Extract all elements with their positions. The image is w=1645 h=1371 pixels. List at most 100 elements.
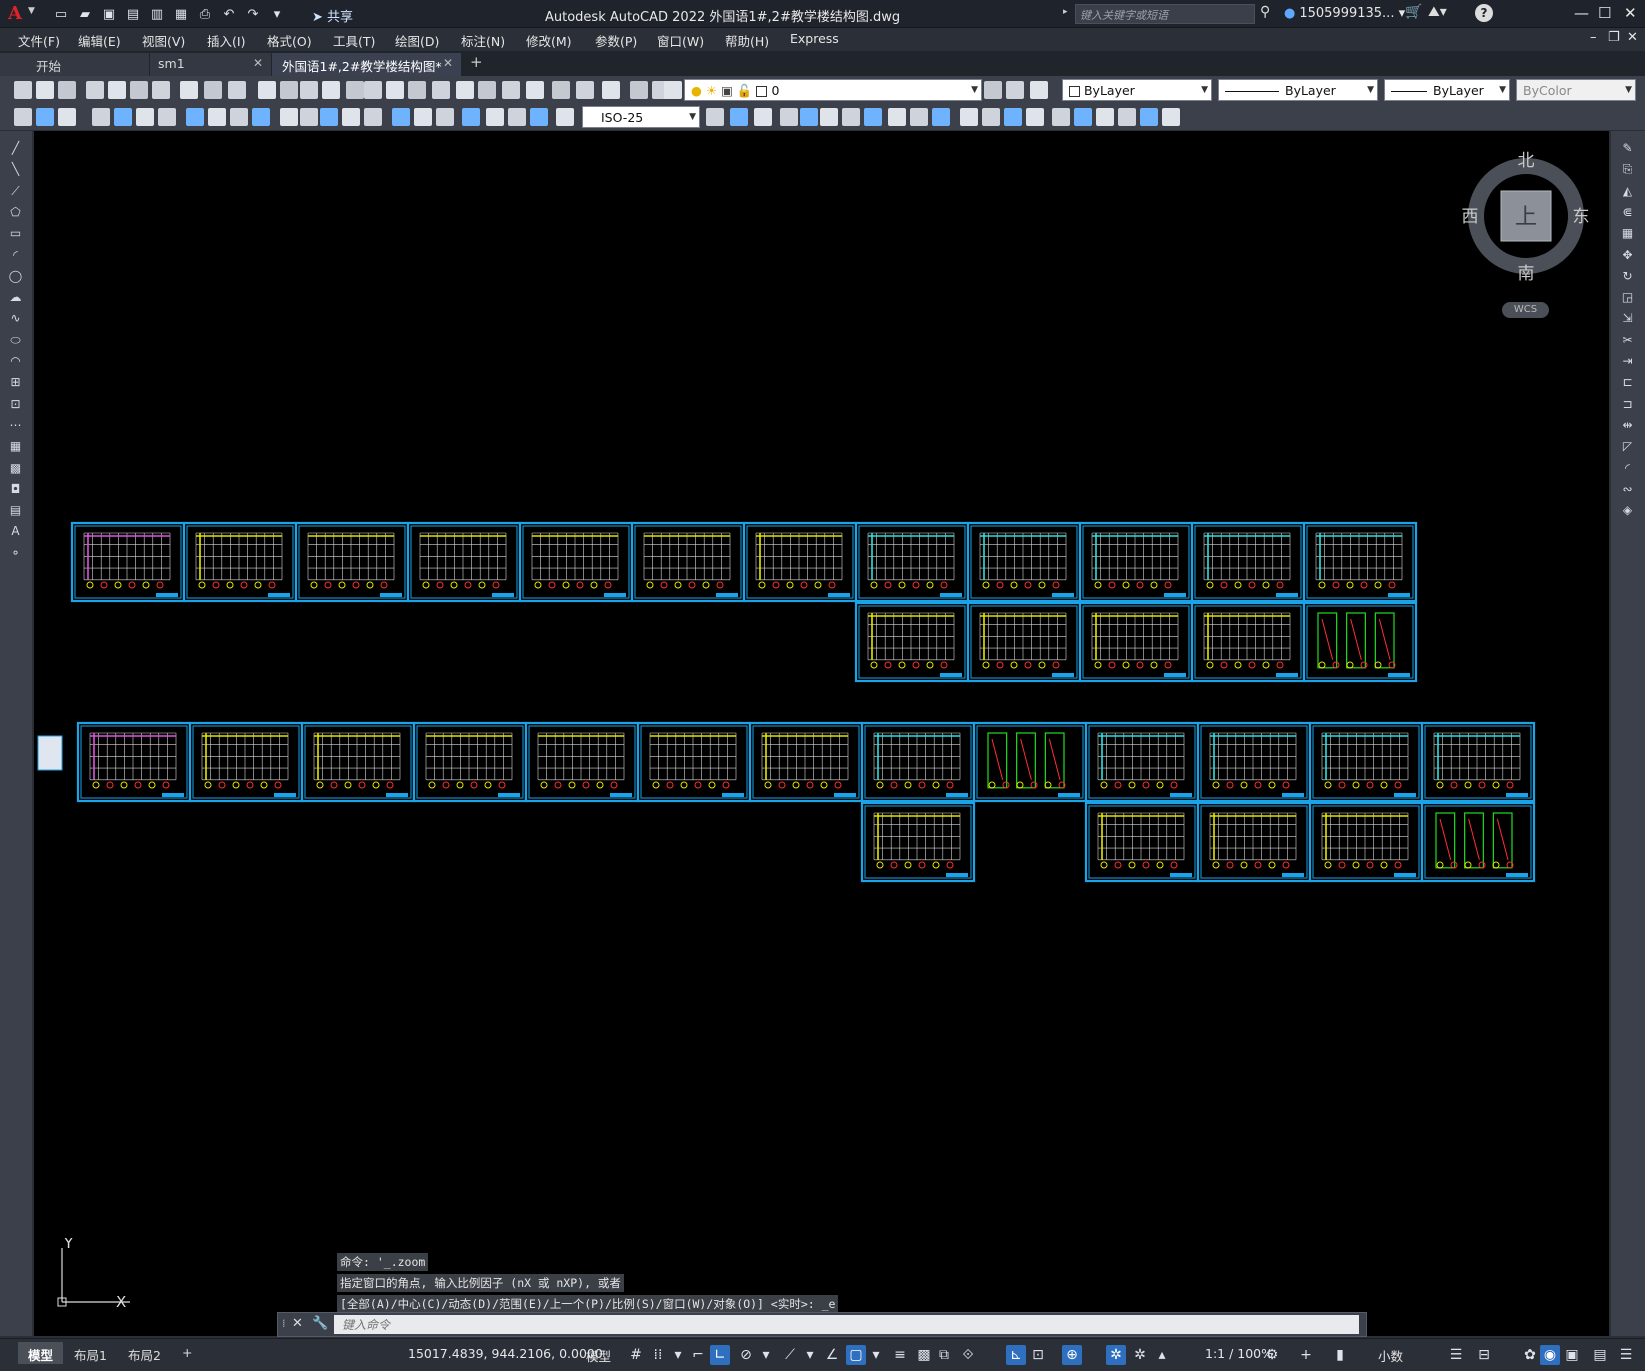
snap-icon[interactable]: ⁞⁞ [648, 1345, 668, 1365]
dim-style-icon[interactable] [556, 108, 574, 126]
units-icon[interactable]: ▮ [1330, 1345, 1350, 1365]
offset-icon[interactable]: ⋐ [1619, 205, 1636, 220]
pan-icon[interactable] [346, 81, 364, 99]
plot-preview-icon[interactable] [108, 81, 126, 99]
trim-icon[interactable]: ✂ [1619, 333, 1636, 348]
hatch-icon[interactable]: ▦ [7, 439, 24, 454]
3d-osnap-icon[interactable]: ⟐ [958, 1345, 978, 1365]
open-icon[interactable] [36, 81, 54, 99]
dim-update-icon[interactable] [530, 108, 548, 126]
isolate-icon[interactable] [1140, 108, 1158, 126]
autodesk-app-icon[interactable]: ⛰▾ [1428, 4, 1447, 20]
join-icon[interactable]: ⇹ [1619, 418, 1636, 433]
aligned-dim-icon[interactable] [114, 108, 132, 126]
undo-icon[interactable]: ↶ [220, 5, 238, 23]
search-expand-icon[interactable]: ▸ [1063, 7, 1068, 17]
menu-edit[interactable]: 编辑(E) [78, 31, 121, 50]
block-icon[interactable] [14, 108, 32, 126]
model-space-toggle[interactable]: 模型 [586, 1346, 611, 1365]
doc-close-icon[interactable]: ✕ [1627, 30, 1638, 45]
doc-minimize-icon[interactable]: – [1590, 30, 1597, 45]
break-at-point-icon[interactable]: ⊏ [1619, 375, 1636, 390]
menu-file[interactable]: 文件(F) [18, 31, 60, 50]
close-icon[interactable]: ✕ [292, 1316, 303, 1331]
tolerance-icon[interactable] [392, 108, 410, 126]
copy-object-icon[interactable] [730, 108, 748, 126]
viewcube-north[interactable]: 北 [1518, 151, 1535, 171]
new-tab-plus-icon[interactable]: + [470, 53, 483, 71]
web-open-icon[interactable]: ▥ [148, 5, 166, 23]
spline-icon[interactable]: ∿ [7, 311, 24, 326]
tab-start[interactable]: 开始 [0, 53, 150, 76]
fillet-icon[interactable]: ◜ [1619, 461, 1636, 476]
dim-space-icon[interactable] [342, 108, 360, 126]
minimize-icon[interactable]: — [1574, 4, 1589, 22]
tab-layout2[interactable]: 布局2 [118, 1342, 171, 1364]
ordinate-icon[interactable] [158, 108, 176, 126]
dim-edit-icon[interactable] [486, 108, 504, 126]
zoom-previous-icon[interactable] [408, 81, 426, 99]
fillet-icon[interactable] [1026, 108, 1044, 126]
customization-icon[interactable]: ☰ [1616, 1345, 1636, 1365]
auto-scale-icon[interactable]: ✲ [1130, 1345, 1150, 1365]
help-button[interactable]: ? [1475, 4, 1493, 22]
drawing-canvas[interactable] [34, 131, 1609, 1336]
menu-express[interactable]: Express [790, 31, 839, 46]
jogged-icon[interactable] [208, 108, 226, 126]
point-icon[interactable]: ⋯ [7, 418, 24, 433]
break-icon[interactable]: ⊐ [1619, 397, 1636, 412]
menu-dimension[interactable]: 标注(N) [461, 31, 505, 50]
color-dropdown[interactable]: ByLayer ▼ [1062, 79, 1212, 101]
linear-dim-icon[interactable] [92, 108, 110, 126]
line-icon[interactable]: ╱ [7, 141, 24, 156]
object-snap-tracking-icon[interactable]: ∠ [822, 1345, 842, 1365]
mirror-icon[interactable]: ◭ [1619, 184, 1636, 199]
tab-model[interactable]: 模型 [18, 1342, 64, 1364]
layer-previous-icon[interactable] [664, 81, 682, 99]
offset-icon[interactable] [780, 108, 798, 126]
customize-icon[interactable]: ▤ [1590, 1345, 1610, 1365]
layer-freeze-icon[interactable] [1030, 81, 1048, 99]
chamfer-icon[interactable]: ◸ [1619, 439, 1636, 454]
menu-insert[interactable]: 插入(I) [207, 31, 245, 50]
rectangle-icon[interactable]: ▭ [7, 226, 24, 241]
isodraft-dropdown-icon[interactable]: ▾ [800, 1345, 820, 1365]
grid-icon[interactable]: # [626, 1345, 646, 1365]
dynamic-ucs-icon[interactable]: ⊾ [1006, 1345, 1026, 1365]
arc-length-icon[interactable] [136, 108, 154, 126]
copy-icon[interactable]: ⎘ [1619, 162, 1636, 177]
customize-chevron-icon[interactable]: ▾ [268, 5, 286, 23]
continue-icon[interactable] [320, 108, 338, 126]
infer-constraints-icon[interactable]: ⌐ [688, 1345, 708, 1365]
gradient-icon[interactable]: ▩ [7, 461, 24, 476]
publish-icon[interactable] [130, 81, 148, 99]
quickcalc-icon[interactable] [552, 81, 570, 99]
isolate-objects-icon[interactable]: ✿ [1520, 1345, 1540, 1365]
properties-icon[interactable] [432, 81, 450, 99]
dim-break-icon[interactable] [364, 108, 382, 126]
quick-dim-icon[interactable] [280, 108, 298, 126]
move-icon[interactable]: ✥ [1619, 248, 1636, 263]
menu-view[interactable]: 视图(V) [142, 31, 185, 50]
menu-format[interactable]: 格式(O) [267, 31, 312, 50]
make-block-icon[interactable]: ⊡ [7, 397, 24, 412]
extend-icon[interactable] [932, 108, 950, 126]
save-as-icon[interactable]: ▤ [124, 5, 142, 23]
tab-sm1[interactable]: sm1 ✕ [150, 53, 272, 76]
stretch-icon[interactable]: ⇲ [1619, 311, 1636, 326]
mirror-icon[interactable] [754, 108, 772, 126]
units-dropdown[interactable]: 小数 [1378, 1346, 1403, 1365]
explode-icon[interactable]: ◈ [1619, 503, 1636, 518]
cut-icon[interactable] [180, 81, 198, 99]
markup-icon[interactable] [526, 81, 544, 99]
tool-palettes-icon[interactable] [478, 81, 496, 99]
plot-icon[interactable]: ⎙ [196, 5, 214, 23]
wipeout-icon[interactable] [1162, 108, 1180, 126]
ortho-icon[interactable]: ∟ [710, 1345, 730, 1365]
selection-filter-icon[interactable]: ⊡ [1028, 1345, 1048, 1365]
lineweight-icon[interactable]: ≡ [890, 1345, 910, 1365]
new-icon[interactable]: ▭ [52, 5, 70, 23]
ellipse-arc-icon[interactable]: ◠ [7, 354, 24, 369]
erase-icon[interactable] [706, 108, 724, 126]
close-icon[interactable]: ✕ [1624, 4, 1637, 22]
